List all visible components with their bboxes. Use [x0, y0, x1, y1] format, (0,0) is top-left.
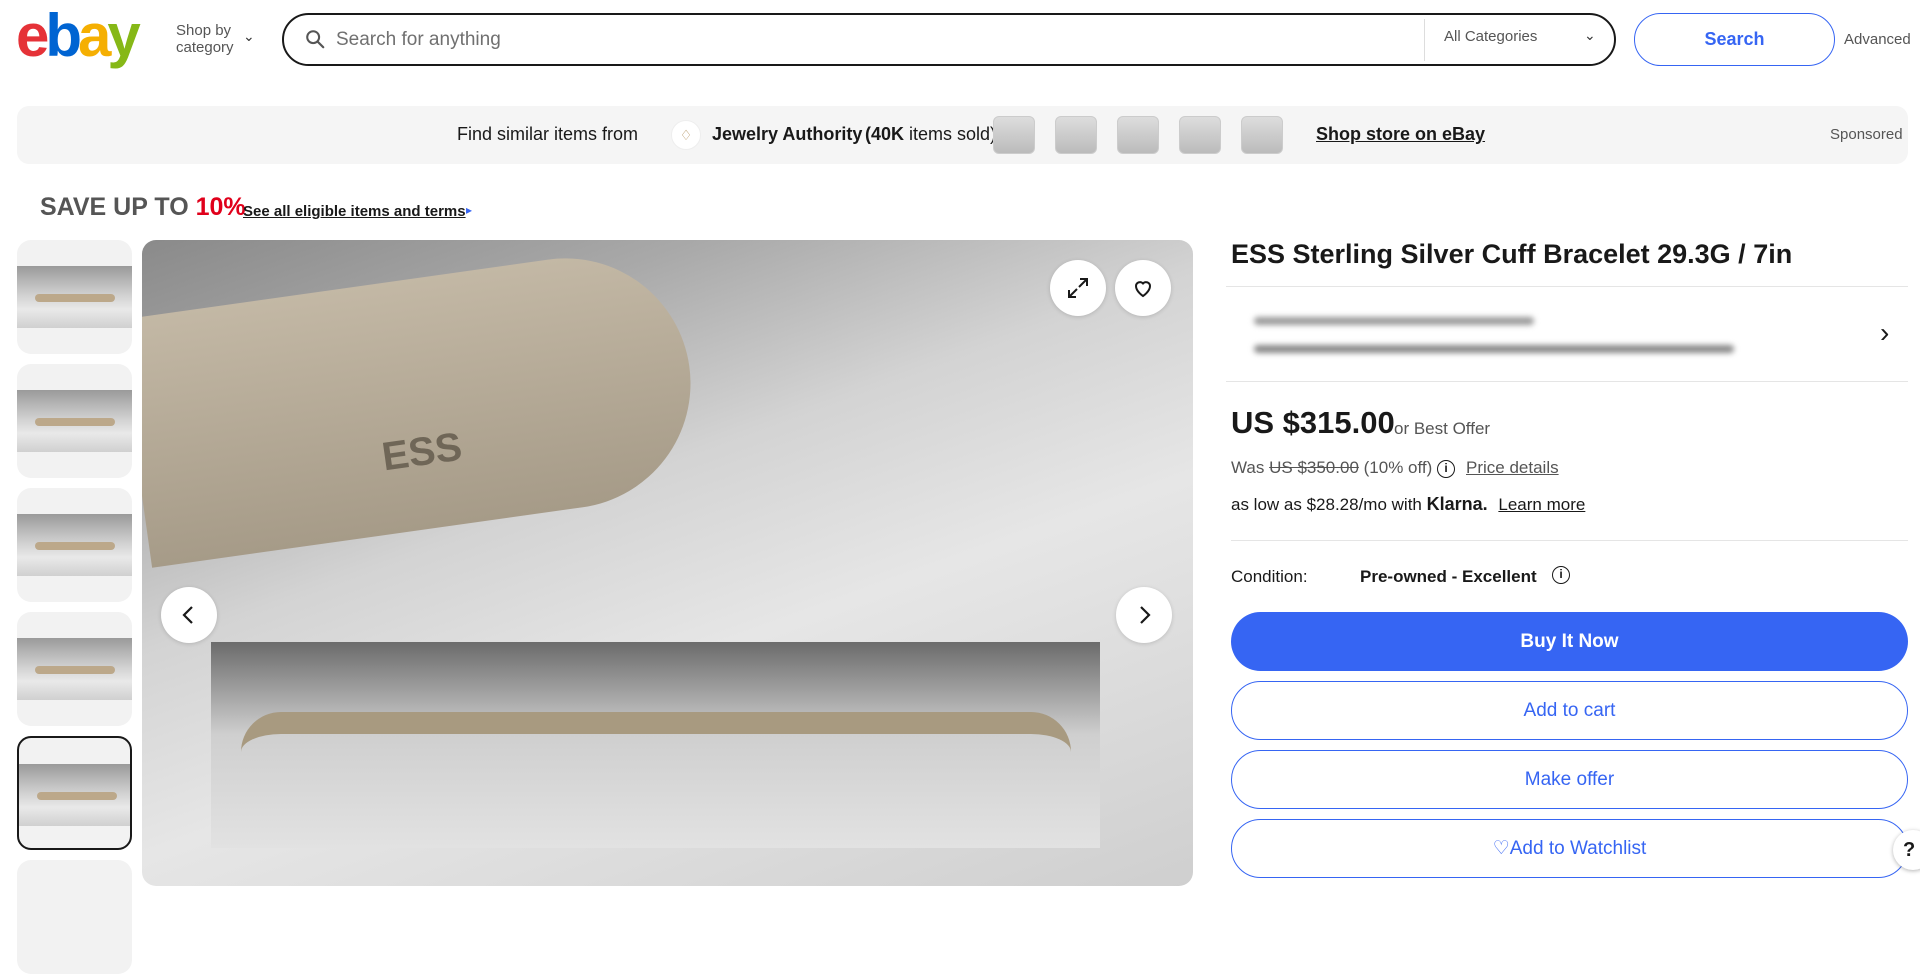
add-to-cart-button[interactable]: Add to cart [1231, 681, 1908, 740]
store-logo-icon[interactable]: ♢ [671, 120, 701, 150]
price-details-link[interactable]: Price details [1466, 458, 1559, 478]
store-item-thumbnail[interactable] [1117, 116, 1159, 154]
seller-details-redacted [1254, 345, 1734, 353]
chevron-down-icon: ⌄ [1584, 27, 1596, 43]
watch-heart-button[interactable] [1115, 260, 1171, 316]
thumbnail-image [17, 390, 132, 452]
item-title: ESS Sterling Silver Cuff Bracelet 29.3G … [1231, 239, 1793, 269]
shop-by-category-button[interactable]: Shop by category [176, 22, 234, 56]
image-thumbnail[interactable] [17, 860, 132, 974]
bracelet-end-closeup [142, 242, 707, 568]
learn-more-link[interactable]: Learn more [1498, 495, 1585, 514]
thumbnail-image [17, 266, 132, 328]
savings-banner: SAVE UP TO 10% [40, 193, 246, 221]
image-thumbnail[interactable] [17, 488, 132, 602]
search-bar: All Categories ⌄ [282, 13, 1616, 66]
ebay-logo[interactable]: ebay [16, 6, 141, 66]
search-button[interactable]: Search [1634, 13, 1835, 66]
eligible-items-link[interactable]: See all eligible items and terms [243, 203, 466, 220]
item-price: US $315.00 [1231, 405, 1395, 440]
store-item-thumbnail[interactable] [1055, 116, 1097, 154]
chevron-down-icon: ⌄ [243, 28, 255, 44]
divider [1231, 540, 1908, 541]
buy-it-now-button[interactable]: Buy It Now [1231, 612, 1908, 671]
best-offer-label: or Best Offer [1394, 419, 1491, 438]
condition-value: Pre-owned - Excellent [1360, 567, 1537, 586]
was-price-line: Was US $350.00 (10% off) i [1231, 458, 1456, 478]
klarna-logo: Klarna. [1426, 494, 1488, 514]
image-thumbnail[interactable] [17, 364, 132, 478]
store-item-thumbnail[interactable] [993, 116, 1035, 154]
make-offer-button[interactable]: Make offer [1231, 750, 1908, 809]
discount-label: (10% off) [1363, 458, 1433, 477]
image-thumbnail[interactable] [17, 240, 132, 354]
bracelet-band [241, 712, 1071, 792]
shop-store-link[interactable]: Shop store on eBay [1316, 124, 1485, 145]
bracelet-inset-image [211, 642, 1100, 848]
divider [1424, 19, 1425, 61]
thumbnail-image [17, 638, 132, 700]
thumbnail-image [19, 764, 130, 826]
seller-name-redacted [1254, 317, 1534, 325]
image-thumbnail[interactable] [17, 612, 132, 726]
store-name[interactable]: Jewelry Authority [712, 124, 862, 145]
info-icon[interactable]: i [1437, 459, 1456, 478]
heart-icon [1134, 281, 1152, 298]
add-to-watchlist-button[interactable]: ♡Add to Watchlist [1231, 819, 1908, 878]
sold-count: (40K items sold) [865, 124, 997, 144]
chevron-right-icon [1140, 606, 1151, 624]
seller-info-card[interactable]: › [1226, 286, 1908, 382]
condition-label: Condition: [1231, 567, 1308, 586]
advanced-search-link[interactable]: Advanced [1844, 31, 1911, 48]
original-price: US $350.00 [1269, 458, 1359, 477]
search-input[interactable] [336, 25, 1396, 55]
previous-image-button[interactable] [161, 587, 217, 643]
financing-line: as low as $28.28/mo with Klarna. Learn m… [1231, 494, 1586, 514]
store-item-thumbnail[interactable] [1179, 116, 1221, 154]
chevron-left-icon [182, 606, 193, 624]
promo-text: Find similar items from [457, 124, 639, 144]
thumbnail-image [17, 514, 132, 576]
expand-icon [1068, 278, 1088, 298]
next-image-button[interactable] [1116, 587, 1172, 643]
fullscreen-button[interactable] [1050, 260, 1106, 316]
store-item-thumbnail[interactable] [1241, 116, 1283, 154]
condition-info-icon[interactable]: i [1552, 566, 1570, 584]
sponsored-label: Sponsored [1830, 126, 1903, 143]
sponsored-store-banner: Find similar items from ♢ Jewelry Author… [17, 106, 1908, 164]
category-select[interactable]: All Categories [1444, 28, 1604, 45]
heart-icon: ♡ [1492, 838, 1510, 859]
search-icon [306, 30, 325, 49]
arrow-right-icon: ▸ [466, 203, 473, 217]
main-product-image[interactable]: ESS [142, 240, 1193, 886]
header: ebay Shop by category ⌄ All Categories ⌄… [0, 0, 1920, 80]
chevron-right-icon: › [1880, 317, 1890, 348]
image-thumbnail-selected[interactable] [17, 736, 132, 850]
